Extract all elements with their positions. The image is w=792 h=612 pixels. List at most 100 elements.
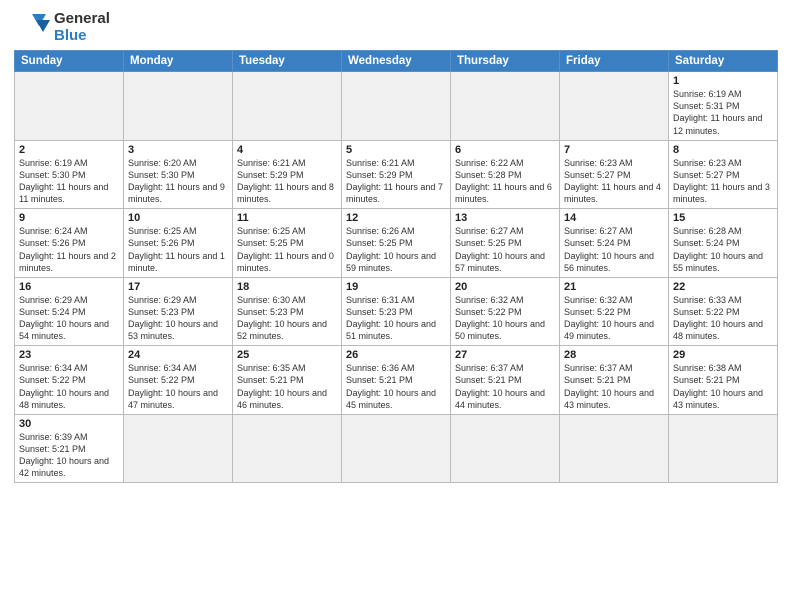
logo-general: General [54, 10, 110, 27]
day-number: 6 [455, 144, 555, 156]
calendar: SundayMondayTuesdayWednesdayThursdayFrid… [14, 50, 778, 483]
day-number: 25 [237, 349, 337, 361]
day-number: 27 [455, 349, 555, 361]
weekday-row: SundayMondayTuesdayWednesdayThursdayFrid… [15, 51, 778, 72]
day-info: Sunrise: 6:23 AM Sunset: 5:27 PM Dayligh… [673, 157, 773, 206]
calendar-cell [451, 72, 560, 141]
calendar-cell: 9Sunrise: 6:24 AM Sunset: 5:26 PM Daylig… [15, 209, 124, 278]
day-info: Sunrise: 6:33 AM Sunset: 5:22 PM Dayligh… [673, 294, 773, 343]
calendar-cell: 10Sunrise: 6:25 AM Sunset: 5:26 PM Dayli… [124, 209, 233, 278]
day-info: Sunrise: 6:36 AM Sunset: 5:21 PM Dayligh… [346, 362, 446, 411]
calendar-cell [124, 414, 233, 483]
calendar-cell: 17Sunrise: 6:29 AM Sunset: 5:23 PM Dayli… [124, 277, 233, 346]
day-info: Sunrise: 6:34 AM Sunset: 5:22 PM Dayligh… [19, 362, 119, 411]
calendar-cell: 6Sunrise: 6:22 AM Sunset: 5:28 PM Daylig… [451, 140, 560, 209]
calendar-cell: 2Sunrise: 6:19 AM Sunset: 5:30 PM Daylig… [15, 140, 124, 209]
calendar-cell [233, 72, 342, 141]
weekday-header: Friday [560, 51, 669, 72]
day-number: 17 [128, 281, 228, 293]
calendar-cell: 23Sunrise: 6:34 AM Sunset: 5:22 PM Dayli… [15, 346, 124, 415]
calendar-cell: 8Sunrise: 6:23 AM Sunset: 5:27 PM Daylig… [669, 140, 778, 209]
day-info: Sunrise: 6:37 AM Sunset: 5:21 PM Dayligh… [455, 362, 555, 411]
day-number: 30 [19, 418, 119, 430]
weekday-header: Wednesday [342, 51, 451, 72]
calendar-body: 1Sunrise: 6:19 AM Sunset: 5:31 PM Daylig… [15, 72, 778, 483]
day-info: Sunrise: 6:39 AM Sunset: 5:21 PM Dayligh… [19, 431, 119, 480]
calendar-cell: 3Sunrise: 6:20 AM Sunset: 5:30 PM Daylig… [124, 140, 233, 209]
day-number: 20 [455, 281, 555, 293]
calendar-cell: 7Sunrise: 6:23 AM Sunset: 5:27 PM Daylig… [560, 140, 669, 209]
day-info: Sunrise: 6:31 AM Sunset: 5:23 PM Dayligh… [346, 294, 446, 343]
day-number: 28 [564, 349, 664, 361]
day-number: 23 [19, 349, 119, 361]
weekday-header: Sunday [15, 51, 124, 72]
day-info: Sunrise: 6:21 AM Sunset: 5:29 PM Dayligh… [346, 157, 446, 206]
day-number: 26 [346, 349, 446, 361]
day-number: 11 [237, 212, 337, 224]
logo: GeneralBlue [14, 10, 110, 44]
calendar-cell: 27Sunrise: 6:37 AM Sunset: 5:21 PM Dayli… [451, 346, 560, 415]
day-info: Sunrise: 6:35 AM Sunset: 5:21 PM Dayligh… [237, 362, 337, 411]
day-number: 7 [564, 144, 664, 156]
day-number: 14 [564, 212, 664, 224]
day-info: Sunrise: 6:32 AM Sunset: 5:22 PM Dayligh… [564, 294, 664, 343]
calendar-cell: 22Sunrise: 6:33 AM Sunset: 5:22 PM Dayli… [669, 277, 778, 346]
calendar-cell: 26Sunrise: 6:36 AM Sunset: 5:21 PM Dayli… [342, 346, 451, 415]
calendar-cell: 1Sunrise: 6:19 AM Sunset: 5:31 PM Daylig… [669, 72, 778, 141]
day-number: 2 [19, 144, 119, 156]
day-info: Sunrise: 6:25 AM Sunset: 5:25 PM Dayligh… [237, 225, 337, 274]
logo-blue: Blue [54, 28, 110, 45]
calendar-cell: 18Sunrise: 6:30 AM Sunset: 5:23 PM Dayli… [233, 277, 342, 346]
day-number: 18 [237, 281, 337, 293]
day-number: 19 [346, 281, 446, 293]
day-info: Sunrise: 6:27 AM Sunset: 5:25 PM Dayligh… [455, 225, 555, 274]
weekday-header: Tuesday [233, 51, 342, 72]
day-info: Sunrise: 6:19 AM Sunset: 5:31 PM Dayligh… [673, 88, 773, 137]
day-number: 22 [673, 281, 773, 293]
day-info: Sunrise: 6:24 AM Sunset: 5:26 PM Dayligh… [19, 225, 119, 274]
day-number: 16 [19, 281, 119, 293]
calendar-cell: 13Sunrise: 6:27 AM Sunset: 5:25 PM Dayli… [451, 209, 560, 278]
day-number: 3 [128, 144, 228, 156]
weekday-header: Monday [124, 51, 233, 72]
day-number: 29 [673, 349, 773, 361]
day-number: 9 [19, 212, 119, 224]
day-number: 10 [128, 212, 228, 224]
day-info: Sunrise: 6:38 AM Sunset: 5:21 PM Dayligh… [673, 362, 773, 411]
calendar-cell [233, 414, 342, 483]
calendar-cell: 20Sunrise: 6:32 AM Sunset: 5:22 PM Dayli… [451, 277, 560, 346]
calendar-cell: 4Sunrise: 6:21 AM Sunset: 5:29 PM Daylig… [233, 140, 342, 209]
calendar-cell: 28Sunrise: 6:37 AM Sunset: 5:21 PM Dayli… [560, 346, 669, 415]
day-info: Sunrise: 6:19 AM Sunset: 5:30 PM Dayligh… [19, 157, 119, 206]
calendar-cell: 12Sunrise: 6:26 AM Sunset: 5:25 PM Dayli… [342, 209, 451, 278]
day-info: Sunrise: 6:37 AM Sunset: 5:21 PM Dayligh… [564, 362, 664, 411]
calendar-cell: 19Sunrise: 6:31 AM Sunset: 5:23 PM Dayli… [342, 277, 451, 346]
day-info: Sunrise: 6:27 AM Sunset: 5:24 PM Dayligh… [564, 225, 664, 274]
logo-svg [14, 12, 50, 42]
day-number: 5 [346, 144, 446, 156]
weekday-header: Thursday [451, 51, 560, 72]
day-info: Sunrise: 6:29 AM Sunset: 5:23 PM Dayligh… [128, 294, 228, 343]
calendar-cell [342, 414, 451, 483]
calendar-cell: 15Sunrise: 6:28 AM Sunset: 5:24 PM Dayli… [669, 209, 778, 278]
calendar-cell [560, 72, 669, 141]
day-info: Sunrise: 6:20 AM Sunset: 5:30 PM Dayligh… [128, 157, 228, 206]
calendar-cell: 14Sunrise: 6:27 AM Sunset: 5:24 PM Dayli… [560, 209, 669, 278]
calendar-cell [669, 414, 778, 483]
calendar-cell [15, 72, 124, 141]
calendar-cell [342, 72, 451, 141]
logo-text-block: GeneralBlue [54, 10, 110, 44]
calendar-cell: 16Sunrise: 6:29 AM Sunset: 5:24 PM Dayli… [15, 277, 124, 346]
page: GeneralBlue SundayMondayTuesdayWednesday… [0, 0, 792, 612]
day-number: 24 [128, 349, 228, 361]
day-info: Sunrise: 6:22 AM Sunset: 5:28 PM Dayligh… [455, 157, 555, 206]
calendar-cell: 24Sunrise: 6:34 AM Sunset: 5:22 PM Dayli… [124, 346, 233, 415]
calendar-cell: 11Sunrise: 6:25 AM Sunset: 5:25 PM Dayli… [233, 209, 342, 278]
day-info: Sunrise: 6:34 AM Sunset: 5:22 PM Dayligh… [128, 362, 228, 411]
calendar-cell: 29Sunrise: 6:38 AM Sunset: 5:21 PM Dayli… [669, 346, 778, 415]
day-info: Sunrise: 6:26 AM Sunset: 5:25 PM Dayligh… [346, 225, 446, 274]
day-number: 15 [673, 212, 773, 224]
calendar-cell: 21Sunrise: 6:32 AM Sunset: 5:22 PM Dayli… [560, 277, 669, 346]
day-number: 21 [564, 281, 664, 293]
header: GeneralBlue [14, 10, 778, 44]
